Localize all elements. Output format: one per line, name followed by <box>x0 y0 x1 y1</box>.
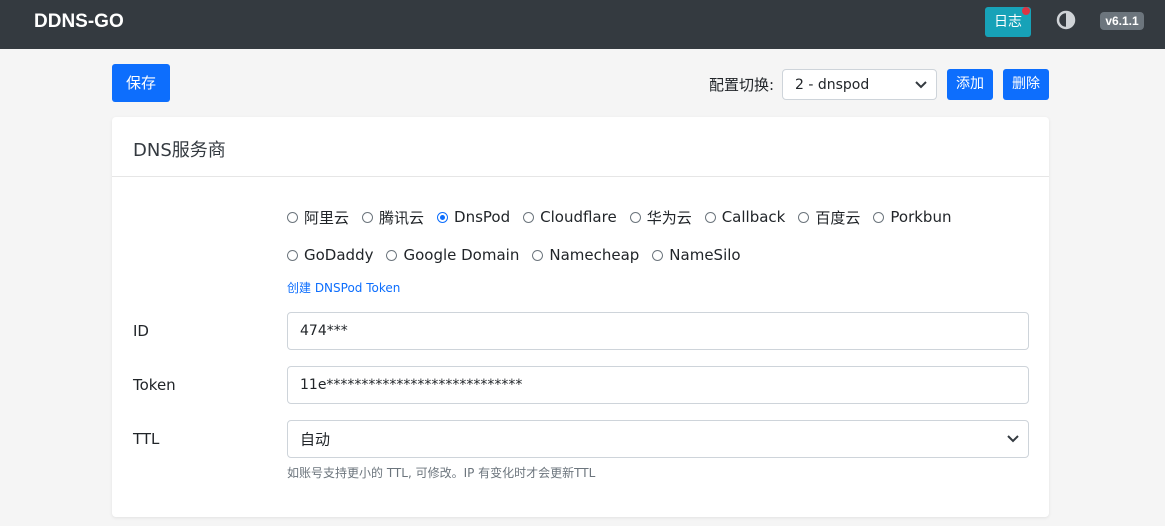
radio-label: NameSilo <box>669 246 741 264</box>
radio-label: 阿里云 <box>304 208 350 227</box>
create-token-link[interactable]: 创建 DNSPod Token <box>287 279 400 296</box>
radio-label: 百度云 <box>815 208 861 227</box>
log-button[interactable]: 日志 <box>985 7 1031 37</box>
config-select-value: 2 - dnspod <box>795 76 870 93</box>
radio-label: Google Domain <box>403 246 520 264</box>
provider-radio-namecheap[interactable]: Namecheap <box>532 246 639 264</box>
radio-label: Cloudflare <box>540 208 617 226</box>
radio-button[interactable] <box>798 211 810 223</box>
radio-label: DnsPod <box>454 208 511 226</box>
config-select[interactable]: 2 - dnspod <box>782 69 937 100</box>
provider-radio-腾讯云[interactable]: 腾讯云 <box>362 207 424 228</box>
ttl-label: TTL <box>133 430 160 448</box>
chevron-down-icon <box>915 80 927 88</box>
radio-button[interactable] <box>437 211 449 223</box>
card-title: DNS服务商 <box>133 140 226 161</box>
provider-radio-godaddy[interactable]: GoDaddy <box>287 246 373 264</box>
provider-radio-callback[interactable]: Callback <box>704 208 786 226</box>
radio-label: Namecheap <box>549 246 640 264</box>
delete-config-button[interactable]: 删除 <box>1003 69 1049 100</box>
provider-radio-cloudflare[interactable]: Cloudflare <box>523 208 617 226</box>
radio-label: GoDaddy <box>304 246 374 264</box>
provider-radio-row-1: 阿里云 腾讯云 DnsPod Cloudflare 华为云 Callback 百度云 Pork… <box>287 205 964 229</box>
id-label: ID <box>133 322 149 340</box>
ttl-select[interactable]: 自动 <box>287 420 1029 458</box>
config-switch-label: 配置切换: <box>709 76 775 94</box>
provider-radio-porkbun[interactable]: Porkbun <box>873 208 951 226</box>
token-input-value: 11e**************************** <box>300 377 523 393</box>
radio-button[interactable] <box>873 211 885 223</box>
save-button[interactable]: 保存 <box>112 64 170 102</box>
radio-button[interactable] <box>287 249 298 261</box>
radio-button[interactable] <box>629 211 641 223</box>
radio-button[interactable] <box>386 249 398 261</box>
add-config-button[interactable]: 添加 <box>947 69 993 100</box>
contrast-icon[interactable] <box>1056 10 1076 30</box>
id-input[interactable]: 474*** <box>287 312 1029 350</box>
radio-button[interactable] <box>287 211 298 223</box>
ttl-select-value: 自动 <box>300 430 331 449</box>
provider-radio-dnspod[interactable]: DnsPod <box>437 208 510 226</box>
ttl-help-text: 如账号支持更小的 TTL, 可修改。IP 有变化时才会更新TTL <box>287 466 596 480</box>
radio-button[interactable] <box>362 211 374 223</box>
radio-button[interactable] <box>523 211 535 223</box>
notification-dot <box>1022 7 1030 15</box>
provider-radio-google-domain[interactable]: Google Domain <box>386 246 519 264</box>
radio-button[interactable] <box>704 211 716 223</box>
dns-provider-card: DNS服务商 阿里云 腾讯云 DnsPod Cloudflare 华为云 Callback… <box>112 117 1049 517</box>
provider-radio-百度云[interactable]: 百度云 <box>798 207 860 228</box>
provider-radio-华为云[interactable]: 华为云 <box>629 207 692 228</box>
log-button-label: 日志 <box>994 14 1022 30</box>
provider-radio-row-2: GoDaddy Google Domain Namecheap NameSilo <box>287 243 754 267</box>
card-header: DNS服务商 <box>112 117 1049 177</box>
radio-label: 腾讯云 <box>379 208 425 227</box>
radio-button[interactable] <box>532 249 544 261</box>
app-title[interactable]: DDNS-GO <box>34 11 124 33</box>
id-input-value: 474*** <box>300 323 348 339</box>
provider-radio-阿里云[interactable]: 阿里云 <box>287 207 349 228</box>
radio-label: 华为云 <box>646 208 692 227</box>
provider-radio-namesilo[interactable]: NameSilo <box>652 246 741 264</box>
version-badge: v6.1.1 <box>1100 12 1144 30</box>
radio-button[interactable] <box>652 249 664 261</box>
navbar: DDNS-GO 日志 v6.1.1 <box>0 0 1165 49</box>
token-label: Token <box>133 376 176 394</box>
token-input[interactable]: 11e**************************** <box>287 366 1029 404</box>
chevron-down-icon <box>1007 435 1019 443</box>
radio-label: Callback <box>721 208 786 226</box>
radio-label: Porkbun <box>890 208 952 226</box>
